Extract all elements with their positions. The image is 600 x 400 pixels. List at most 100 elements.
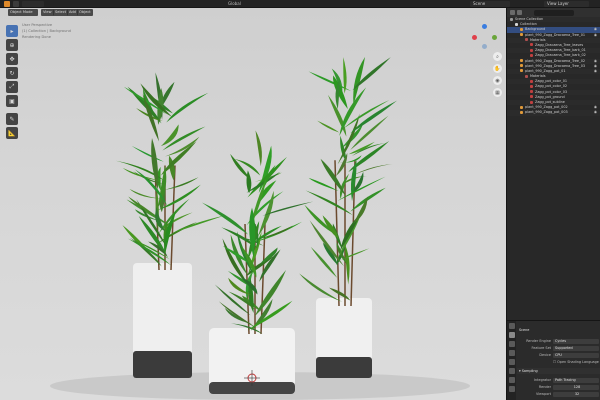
object-tab-icon[interactable] xyxy=(509,377,515,383)
outliner-row-label: plant_990_Zagg_Dracaena_Tree_02 xyxy=(525,58,586,63)
render-preview xyxy=(50,57,470,400)
blender-logo-icon xyxy=(4,1,10,7)
cursor-tool-icon[interactable]: ⊕ xyxy=(6,39,18,51)
menu-object[interactable]: Object xyxy=(77,9,93,16)
object-type-icon xyxy=(520,64,523,68)
leaf xyxy=(163,177,199,190)
shading-label[interactable]: Global xyxy=(228,1,241,7)
outliner-row-label: plant_990_Zagg_Dracaena_Tree_01 xyxy=(525,32,586,37)
info-line: Rendering Done xyxy=(22,35,51,39)
leaf xyxy=(166,92,209,123)
outliner-header xyxy=(507,8,600,17)
outliner-row-label: Zagg_pot_color_03 xyxy=(535,89,568,94)
scene-selector[interactable]: Scene xyxy=(470,1,510,7)
object-type-icon xyxy=(530,84,533,88)
object-type-icon xyxy=(530,100,533,104)
pan-hand-icon[interactable]: ✋ xyxy=(493,64,502,73)
object-type-icon xyxy=(525,38,528,42)
neg-z-axis-icon[interactable] xyxy=(482,44,487,49)
z-axis-icon[interactable] xyxy=(482,24,487,29)
object-type-icon xyxy=(520,59,523,62)
left-pot-base xyxy=(133,351,192,378)
render-tab-icon[interactable] xyxy=(509,332,515,338)
outliner-type-icon[interactable] xyxy=(510,10,515,15)
rotate-tool-icon[interactable]: ↻ xyxy=(6,67,18,79)
feature-set-dropdown[interactable]: Supported xyxy=(553,345,599,351)
world-tab-icon[interactable] xyxy=(509,368,515,374)
3d-viewport[interactable]: Object Mode View Select Add Object User … xyxy=(0,8,506,400)
outliner-row-label: Materials xyxy=(530,37,546,42)
viewport-nav-buttons: ⌕ ✋ ◉ ▦ xyxy=(493,52,503,100)
object-type-icon xyxy=(520,33,523,37)
outliner-row-label: plant_990_Zagg_pot_002 xyxy=(525,105,568,110)
device-label: Device xyxy=(539,353,551,357)
render-engine-label: Render Engine xyxy=(526,339,551,343)
camera-view-icon[interactable]: ◉ xyxy=(493,76,502,85)
object-type-icon xyxy=(520,27,523,31)
output-tab-icon[interactable] xyxy=(509,341,515,347)
zoom-icon[interactable]: ⌕ xyxy=(493,52,502,61)
annotate-tool-icon[interactable]: ✎ xyxy=(6,113,18,125)
tool-tab-icon[interactable] xyxy=(509,323,515,329)
object-type-icon xyxy=(530,43,533,47)
transform-tool-icon[interactable]: ▣ xyxy=(6,95,18,107)
object-type-icon xyxy=(520,69,523,73)
render-samples-label: Render xyxy=(538,385,551,389)
select-box-icon[interactable]: ▸ xyxy=(6,25,18,37)
filter-icon[interactable] xyxy=(517,10,522,15)
y-axis-icon[interactable] xyxy=(492,35,497,40)
menu-select[interactable]: Select xyxy=(53,9,69,16)
viewport-samples-field[interactable]: 32 xyxy=(553,391,599,397)
outliner-row-label: Zagg_pot_subline xyxy=(535,100,565,104)
render-samples-field[interactable]: 128 xyxy=(553,384,599,390)
viewport-header: Object Mode View Select Add Object xyxy=(0,8,506,17)
outliner-row-label: Materials xyxy=(530,74,546,79)
leaf xyxy=(255,130,262,167)
outliner-row-label: Background xyxy=(525,27,546,32)
grid-toggle-icon[interactable]: ▦ xyxy=(493,88,502,97)
visibility-eye-icon[interactable]: ◉ xyxy=(594,110,597,115)
editor-type-icon[interactable] xyxy=(13,1,19,7)
osl-checkbox[interactable]: ☐ Open Shading Language xyxy=(553,359,599,365)
measure-tool-icon[interactable]: 📐 xyxy=(6,127,18,139)
outliner-row-label: Zagg_Dracaena_Tree_bark_02 xyxy=(535,53,586,58)
x-axis-icon[interactable] xyxy=(472,35,477,40)
object-type-icon xyxy=(520,110,523,114)
outliner-row-label: Zagg_pot_color_01 xyxy=(535,79,568,84)
menu-view[interactable]: View xyxy=(41,9,54,16)
outliner-row-label: plant_990_Zagg_pot_003 xyxy=(525,110,568,115)
view-layer-selector[interactable]: View Layer xyxy=(544,1,589,7)
properties-body: Scene Render Engine Cycles Feature Set Sup… xyxy=(517,321,600,400)
material-tab-icon[interactable] xyxy=(509,386,515,392)
scene-tab-icon[interactable] xyxy=(509,359,515,365)
outliner-tree: Scene Collection Collection Background ◉ pla… xyxy=(507,17,600,116)
leaf xyxy=(317,120,340,133)
scale-tool-icon[interactable]: ⤢ xyxy=(6,81,18,93)
tool-shelf: ▸ ⊕ ✥ ↻ ⤢ ▣ ✎ 📐 xyxy=(6,25,20,141)
osl-checkbox-label: Open Shading Language xyxy=(557,360,599,364)
scene-header: Scene xyxy=(519,328,530,332)
outliner-row-label: plant_990_Zagg_Dracaena_Tree_03 xyxy=(525,63,586,68)
sampling-section-header[interactable]: ▾ Sampling xyxy=(519,368,538,374)
leaf xyxy=(299,273,343,302)
menu-strip[interactable] xyxy=(22,1,44,7)
outliner-row-label: Collection xyxy=(520,22,537,27)
feature-set-label: Feature Set xyxy=(531,346,551,350)
outliner-panel: Scene Collection Collection Background ◉ pla… xyxy=(506,8,600,320)
outliner-row-label: plant_990_Zagg_pot_01 xyxy=(525,68,566,73)
object-type-icon xyxy=(520,105,523,109)
mode-selector[interactable]: Object Mode xyxy=(8,9,38,16)
view-layer-tab-icon[interactable] xyxy=(509,350,515,356)
integrator-dropdown[interactable]: Path Tracing xyxy=(553,377,599,383)
outliner-row-label: Zagg_pot_ground xyxy=(535,94,565,99)
properties-tabs xyxy=(507,321,516,400)
leaf xyxy=(353,164,393,176)
leaf xyxy=(230,153,251,180)
outliner-search-input[interactable] xyxy=(534,9,574,16)
render-engine-dropdown[interactable]: Cycles xyxy=(553,338,599,344)
device-dropdown[interactable]: CPU xyxy=(553,352,599,358)
navigation-gizmo[interactable] xyxy=(470,22,500,52)
outliner-row[interactable]: plant_990_Zagg_pot_003 ◉ xyxy=(507,110,600,116)
viewport-samples-label: Viewport xyxy=(536,392,551,396)
move-tool-icon[interactable]: ✥ xyxy=(6,53,18,65)
